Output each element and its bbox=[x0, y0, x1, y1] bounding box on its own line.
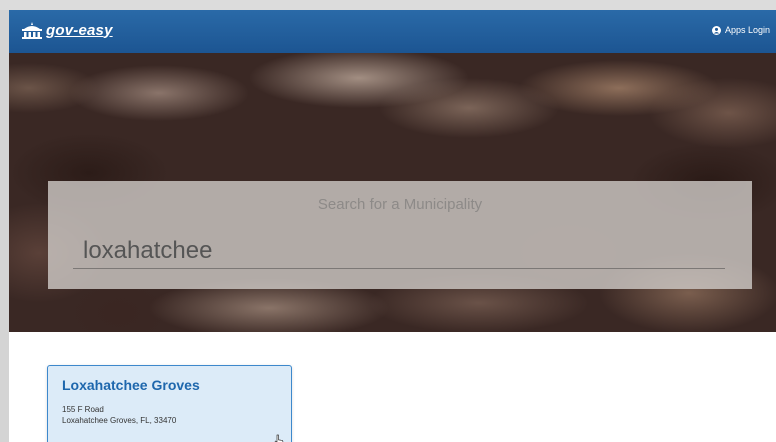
logo-text: gov-easy bbox=[46, 21, 113, 39]
result-card-address: 155 F Road Loxahatchee Groves, FL, 33470 bbox=[62, 404, 176, 426]
address-line-2: Loxahatchee Groves, FL, 33470 bbox=[62, 416, 177, 425]
address-line-1: 155 F Road bbox=[62, 405, 104, 414]
navbar: gov-easy Apps Login bbox=[9, 10, 776, 53]
apps-login-label: Apps Login bbox=[724, 25, 770, 35]
apps-login-link[interactable]: Apps Login bbox=[711, 25, 770, 35]
browser-left-strip bbox=[0, 10, 9, 442]
search-title: Search for a Municipality bbox=[317, 196, 483, 213]
search-panel: Search for a Municipality bbox=[48, 181, 752, 289]
result-card-title: Loxahatchee Groves bbox=[62, 377, 200, 393]
search-input[interactable] bbox=[73, 233, 725, 269]
result-card-loxahatchee-groves[interactable]: Loxahatchee Groves 155 F Road Loxahatche… bbox=[47, 365, 292, 442]
user-circle-icon bbox=[711, 25, 721, 35]
browser-top-strip bbox=[0, 0, 776, 10]
hand-cursor-icon bbox=[274, 434, 284, 442]
hero-banner: Search for a Municipality bbox=[9, 53, 776, 332]
logo[interactable]: gov-easy bbox=[21, 21, 113, 39]
building-icon bbox=[22, 22, 42, 39]
page: gov-easy Apps Login Search for a Municip… bbox=[9, 10, 776, 442]
